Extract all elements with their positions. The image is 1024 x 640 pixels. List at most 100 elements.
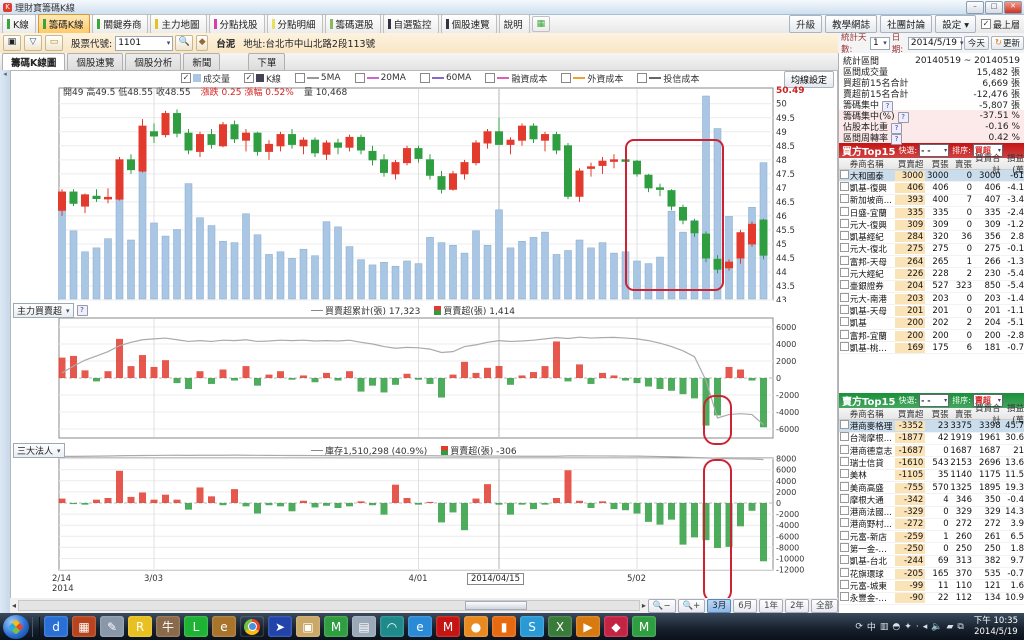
buy-top15-row[interactable]: 富邦-天母 264 265 1 266 -1.3	[839, 255, 1024, 269]
media-app-icon[interactable]: ●	[464, 616, 488, 637]
main-force-selector[interactable]: 主力買賣超 ▾	[13, 303, 74, 318]
days-select[interactable]: 1 ▾	[870, 36, 890, 50]
skype-app-icon[interactable]: S	[520, 616, 544, 637]
row-checkbox[interactable]	[839, 317, 850, 329]
menu-tab-自選監控[interactable]: 自選監控	[382, 14, 439, 34]
paint-app-icon[interactable]: ✎	[100, 616, 124, 637]
row-checkbox[interactable]	[839, 268, 850, 280]
search-icon[interactable]: 🔍	[175, 35, 194, 51]
range-button-6月[interactable]: 6月	[733, 598, 758, 613]
row-checkbox[interactable]	[839, 218, 850, 231]
menu-tab-主力地圖[interactable]: 主力地圖	[150, 14, 207, 34]
range-button-1年[interactable]: 1年	[759, 598, 784, 613]
row-checkbox[interactable]	[839, 506, 850, 518]
sell-top15-row[interactable]: 瑞士信貸 -1610 543 2153 2696 13.6	[839, 457, 1024, 470]
row-checkbox[interactable]	[839, 457, 850, 469]
menu-tab-分點找股[interactable]: 分點找股	[208, 14, 265, 34]
row-checkbox[interactable]	[839, 243, 850, 255]
trading-app-icon[interactable]: M	[436, 616, 460, 637]
excel-app-icon[interactable]: X	[548, 616, 572, 637]
range-button-全部[interactable]: 全部	[810, 598, 838, 613]
row-checkbox[interactable]	[839, 341, 850, 354]
scroll-right-arrow[interactable]: ▸	[642, 601, 646, 610]
subtab-籌碼K線圖[interactable]: 籌碼K線圖	[2, 53, 66, 70]
save-icon[interactable]: ▽	[24, 35, 42, 51]
buy-top15-row[interactable]: 元大經紀 226 228 2 230 -5.4	[839, 268, 1024, 281]
compass-app-icon[interactable]: ➤	[268, 616, 292, 637]
row-checkbox[interactable]	[839, 194, 850, 206]
emule-app-icon[interactable]: e	[212, 616, 236, 637]
sell-top15-row[interactable]: 台灣摩根... -1877 42 1919 1961 30.6	[839, 432, 1024, 446]
buy-top15-row[interactable]: 元大-復興 309 309 0 309 -1.2	[839, 218, 1024, 232]
tray-icon-5[interactable]: ·	[916, 622, 919, 632]
tray-icon-7[interactable]: 🔈	[931, 622, 942, 632]
range-button-2年[interactable]: 2年	[785, 598, 809, 613]
today-button[interactable]: 今天	[963, 36, 989, 50]
close-button[interactable]: ✕	[1004, 0, 1022, 14]
start-button[interactable]	[3, 614, 29, 639]
checkbox-icon[interactable]	[561, 73, 572, 83]
sell-top15-row[interactable]: 港商德意志 -1687 0 1687 1687 21	[839, 444, 1024, 458]
sell-top15-row[interactable]: 永豐金-建... -90 22 112 134 10.9	[839, 592, 1024, 605]
tray-icon-1[interactable]: 中	[867, 620, 876, 633]
window-tool-icon[interactable]: ▣	[3, 35, 21, 51]
buy-top15-row[interactable]: 臺銀證券 204 527 323 850 -5.4	[839, 280, 1024, 293]
sell-top15-row[interactable]: 花旗環球 -205 165 370 535 -0.7	[839, 567, 1024, 581]
tray-icon-8[interactable]: ▰	[946, 622, 953, 632]
subtab-新聞[interactable]: 新聞	[183, 53, 221, 70]
row-checkbox[interactable]	[839, 206, 850, 219]
ie-browser-icon[interactable]: e	[408, 616, 432, 637]
sell-top15-row[interactable]: 第一金-鳳山 -250 0 250 250 1.8	[839, 543, 1024, 556]
buy-top15-row[interactable]: 大和國泰 3000 3000 0 3000 -61	[839, 169, 1024, 183]
checkbox-icon[interactable]	[354, 73, 365, 83]
row-checkbox[interactable]	[839, 432, 850, 444]
sell-top15-row[interactable]: 元富-新店 -259 1 260 261 6.5	[839, 530, 1024, 544]
buy-top15-row[interactable]: 元大-南港 203 203 0 203 -1.4	[839, 292, 1024, 306]
cmoney2-app-icon[interactable]: M	[632, 616, 656, 637]
help-icon[interactable]: ?	[76, 305, 88, 316]
gem-app-icon[interactable]: ◆	[604, 616, 628, 637]
row-checkbox[interactable]	[839, 543, 850, 555]
file-manager-icon[interactable]: ▣	[296, 616, 320, 637]
cmoney-app-icon[interactable]: M	[324, 616, 348, 637]
tray-icon-4[interactable]: ✦	[904, 622, 912, 632]
menu-tab-說明[interactable]: 說明	[498, 14, 530, 34]
tray-icon-6[interactable]: ◂	[923, 622, 928, 632]
buy-top15-row[interactable]: 凱基經紀 284 320 36 356 2.8	[839, 231, 1024, 244]
always-on-top-toggle[interactable]: ✓ 最上層	[980, 18, 1020, 31]
menu-tab-K線[interactable]: K線	[2, 14, 36, 34]
checkbox-icon[interactable]	[485, 73, 496, 83]
zoom-out-button[interactable]: 🔍−	[647, 598, 676, 613]
row-checkbox[interactable]	[839, 530, 850, 543]
row-checkbox[interactable]	[839, 592, 850, 604]
chrome-browser-icon[interactable]	[240, 616, 264, 637]
buy-top15-row[interactable]: 凱基-天母 201 201 0 201 -1.1	[839, 304, 1024, 318]
row-checkbox[interactable]	[839, 231, 850, 243]
taskbar-clock[interactable]: 下午 10:35 2014/5/19	[974, 616, 1018, 637]
menu-extra-icon[interactable]: ▦	[531, 16, 551, 32]
subtab-個股分析[interactable]: 個股分析	[125, 53, 182, 70]
sell-top15-row[interactable]: 摩根大通 -342 4 346 350 -0.4	[839, 493, 1024, 507]
sell-top15-row[interactable]: 凱基-台北 -244 69 313 382 9.7	[839, 555, 1024, 569]
zoom-in-button[interactable]: 🔍+	[677, 598, 706, 613]
buy-top15-row[interactable]: 凱基 200 202 2 204 -5.1	[839, 317, 1024, 330]
quick-select[interactable]: - - ▾	[919, 144, 950, 157]
date-select[interactable]: 2014/5/19 ▾	[907, 36, 964, 50]
nav-app-icon[interactable]: R	[128, 616, 152, 637]
menu-tab-籌碼選股[interactable]: 籌碼選股	[324, 14, 381, 34]
buy-top15-row[interactable]: 元大-復北 275 275 0 275 -0.1	[839, 243, 1024, 257]
stock-next-icon[interactable]: ◆	[196, 35, 209, 51]
tray-icon-3[interactable]: ◓	[892, 622, 900, 632]
buy-top15-row[interactable]: 新加坡商... 393 400 7 407 -3.4	[839, 194, 1024, 207]
row-checkbox[interactable]	[839, 469, 850, 481]
menu-tab-個股速覽[interactable]: 個股速覽	[440, 14, 497, 34]
tray-icon-0[interactable]: ⟳	[855, 622, 863, 632]
buy-top15-row[interactable]: 凱基-桃園... 169 175 6 181 -0.7	[839, 341, 1024, 355]
buy-top15-row[interactable]: 日盛-宜蘭 335 335 0 335 -2.4	[839, 206, 1024, 220]
row-checkbox[interactable]	[839, 493, 850, 506]
h-scrollbar[interactable]	[18, 600, 640, 611]
institutional-selector[interactable]: 三大法人 ▾	[13, 443, 65, 458]
checkbox-icon[interactable]	[637, 73, 648, 83]
minimize-button[interactable]: –	[966, 0, 984, 14]
row-checkbox[interactable]	[839, 255, 850, 268]
